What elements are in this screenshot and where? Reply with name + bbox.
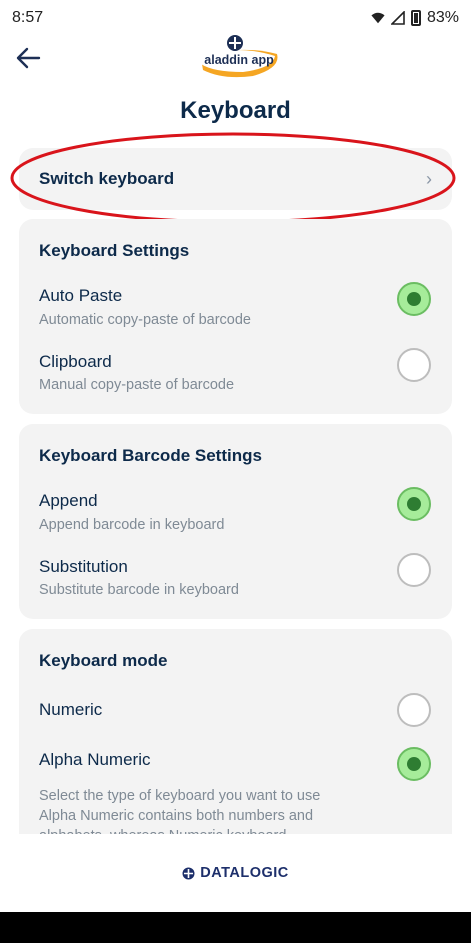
numeric-radio[interactable] xyxy=(397,693,431,727)
keyboard-mode-card: Keyboard mode Numeric Alpha Numeric Sele… xyxy=(19,629,452,834)
clipboard-radio[interactable] xyxy=(397,348,431,382)
auto-paste-radio[interactable] xyxy=(397,282,431,316)
append-radio[interactable] xyxy=(397,487,431,521)
numeric-title: Numeric xyxy=(39,700,103,719)
switch-keyboard-label: Switch keyboard xyxy=(39,169,175,188)
wifi-icon xyxy=(371,12,385,24)
logo-text: aladdin app xyxy=(204,53,274,67)
substitution-radio[interactable] xyxy=(397,553,431,587)
append-title: Append xyxy=(39,491,98,510)
settings-scroll[interactable]: Switch keyboard › Keyboard Settings Auto… xyxy=(0,128,471,834)
page-title: Keyboard xyxy=(180,97,291,124)
datalogic-logo: DATALOGIC xyxy=(182,865,289,881)
status-time: 8:57 xyxy=(12,9,44,26)
switch-keyboard-row[interactable]: Switch keyboard › xyxy=(19,148,452,210)
status-bar: 8:57 83% xyxy=(0,0,471,36)
aladdin-logo: aladdin app xyxy=(193,34,283,82)
header: aladdin app Keyboard xyxy=(0,34,471,128)
chevron-right-icon: › xyxy=(426,168,432,189)
back-arrow-icon xyxy=(16,47,41,69)
barcode-settings-card: Keyboard Barcode Settings Append Append … xyxy=(19,424,452,619)
status-icons: 83% xyxy=(371,9,459,27)
auto-paste-subtitle: Automatic copy-paste of barcode xyxy=(39,312,251,328)
keyboard-mode-title: Keyboard mode xyxy=(39,651,168,670)
battery-icon xyxy=(410,10,421,26)
footer: DATALOGIC xyxy=(0,834,471,912)
substitution-subtitle: Substitute barcode in keyboard xyxy=(39,582,239,598)
signal-icon xyxy=(390,11,405,25)
system-nav-bar xyxy=(0,912,471,943)
clipboard-subtitle: Manual copy-paste of barcode xyxy=(39,377,235,393)
substitution-title: Substitution xyxy=(39,557,128,576)
keyboard-mode-description: Select the type of keyboard you want to … xyxy=(39,788,321,834)
datalogic-mark-icon xyxy=(182,867,195,879)
datalogic-text: DATALOGIC xyxy=(200,865,289,881)
clipboard-title: Clipboard xyxy=(39,352,112,371)
keyboard-settings-card: Keyboard Settings Auto Paste Automatic c… xyxy=(19,219,452,414)
back-button[interactable] xyxy=(12,42,44,74)
alpha-numeric-radio[interactable] xyxy=(397,747,431,781)
battery-percent: 83% xyxy=(426,9,459,26)
auto-paste-title: Auto Paste xyxy=(39,286,123,305)
append-subtitle: Append barcode in keyboard xyxy=(39,517,225,533)
alpha-numeric-title: Alpha Numeric xyxy=(39,750,151,769)
keyboard-settings-title: Keyboard Settings xyxy=(39,241,190,260)
barcode-settings-title: Keyboard Barcode Settings xyxy=(39,446,262,465)
